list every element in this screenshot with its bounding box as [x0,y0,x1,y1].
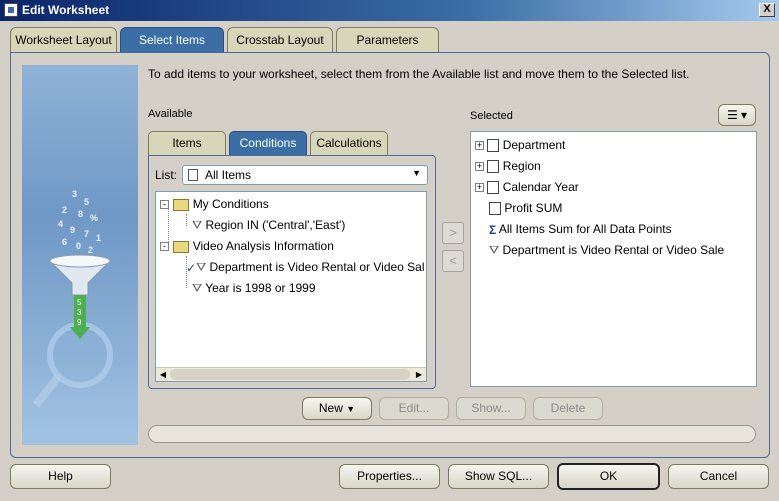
checkmark-icon: ✓ [186,260,197,275]
selected-list[interactable]: + Department + Region + Calendar Year Pr… [470,131,757,387]
tab-worksheet-layout[interactable]: Worksheet Layout [10,27,117,52]
available-tree[interactable]: - My Conditions ⛛ Region IN ('Central','… [155,191,427,382]
subtab-calculations[interactable]: Calculations [310,131,388,155]
svg-text:2: 2 [88,245,93,255]
svg-text:5: 5 [84,197,89,207]
chevron-down-icon: ▼ [412,168,421,178]
expand-icon[interactable]: + [475,162,484,172]
app-icon [4,3,18,17]
chevron-down-icon: ▼ [346,404,356,414]
selected-item-department[interactable]: + Department [475,138,566,153]
svg-text:0: 0 [76,241,81,251]
selected-item-label: All Items Sum for All Data Points [498,222,672,236]
svg-text:8: 8 [78,209,83,219]
list-label: List: [155,168,178,182]
selected-item-calendar-year[interactable]: + Calendar Year [475,180,579,195]
scroll-right-icon[interactable]: ▶ [413,369,425,380]
selected-item-department-condition[interactable]: ⛛ Department is Video Rental or Video Sa… [489,243,724,258]
tree-node-label: Video Analysis Information [192,239,334,253]
folder-icon [173,198,190,211]
svg-text:5: 5 [77,298,82,307]
close-button[interactable]: X [759,3,775,17]
show-sql-button[interactable]: Show SQL... [448,464,549,489]
svg-text:6: 6 [62,237,67,247]
tree-node-video-analysis[interactable]: - Video Analysis Information [160,239,334,253]
list-select[interactable]: All Items ▼ [182,165,428,185]
selected-item-label: Department [502,138,566,152]
tree-node-region-condition[interactable]: ⛛ Region IN ('Central','East') [192,218,345,233]
svg-text:1: 1 [96,233,101,243]
instruction-text: To add items to your worksheet, select t… [148,67,690,81]
ok-button[interactable]: OK [557,463,660,490]
new-button[interactable]: New ▼ [302,397,372,420]
cancel-button[interactable]: Cancel [668,464,769,489]
tree-node-my-conditions[interactable]: - My Conditions [160,197,269,211]
svg-text:7: 7 [84,229,89,239]
tab-parameters[interactable]: Parameters [336,27,439,52]
svg-text:3: 3 [77,308,82,317]
sigma-icon: Σ [489,222,497,237]
show-button[interactable]: Show... [456,397,526,420]
selected-item-region[interactable]: + Region [475,159,541,174]
collapse-icon[interactable]: - [160,200,169,210]
selected-item-label: Calendar Year [502,180,579,194]
tree-node-department-condition[interactable]: ✓⛛ Department is Video Rental or Video S… [186,260,425,275]
progress-bar [148,425,756,443]
collapse-icon[interactable]: - [160,242,169,252]
horizontal-scrollbar[interactable]: ◀ ▶ [156,367,426,381]
tree-node-label: Department is Video Rental or Video Sal [209,260,425,274]
list-view-icon: ☰ ▾ [726,108,748,122]
tree-node-label: My Conditions [192,197,269,211]
filter-icon: ⛛ [196,260,207,275]
subtab-items[interactable]: Items [148,131,226,155]
selected-item-label: Region [502,159,541,173]
edit-button[interactable]: Edit... [379,397,449,420]
window-title: Edit Worksheet [22,3,110,17]
tree-node-label: Region IN ('Central','East') [205,218,346,232]
expand-icon[interactable]: + [475,141,484,151]
available-label: Available [148,108,193,120]
help-button[interactable]: Help [10,464,111,489]
hierarchy-icon [487,139,500,153]
svg-text:9: 9 [70,225,75,235]
selected-item-profit-sum[interactable]: Profit SUM [489,201,563,216]
svg-text:9: 9 [77,318,82,327]
selected-label: Selected [470,110,513,122]
expand-icon[interactable]: + [475,183,484,193]
list-value: All Items [205,168,252,182]
delete-button[interactable]: Delete [533,397,603,420]
svg-text:3: 3 [72,189,77,199]
hierarchy-icon [487,181,500,195]
selected-item-label: Department is Video Rental or Video Sale [502,243,725,257]
measure-icon [489,202,501,216]
hierarchy-icon [487,160,500,174]
list-icon [188,169,198,181]
svg-text:%: % [90,213,98,223]
tab-crosstab-layout[interactable]: Crosstab Layout [227,27,333,52]
tree-node-year-condition[interactable]: ⛛ Year is 1998 or 1999 [192,281,316,296]
folder-icon [173,240,190,253]
add-to-selected-button[interactable]: > [442,222,464,244]
subtab-conditions[interactable]: Conditions [229,131,307,155]
svg-text:2: 2 [62,205,67,215]
scroll-left-icon[interactable]: ◀ [157,369,169,380]
svg-text:4: 4 [58,219,63,229]
selected-item-all-items-sum[interactable]: Σ All Items Sum for All Data Points [489,222,672,237]
tab-select-items[interactable]: Select Items [120,27,224,52]
tree-node-label: Year is 1998 or 1999 [205,281,316,295]
title-bar: Edit Worksheet X [0,0,779,21]
properties-button[interactable]: Properties... [339,464,440,489]
filter-icon: ⛛ [192,281,203,296]
funnel-illustration: 352 8% 4 971 602 539 [22,65,138,445]
remove-from-selected-button[interactable]: < [442,250,464,272]
filter-icon: ⛛ [489,243,500,258]
filter-icon: ⛛ [192,218,203,233]
scrollbar-thumb[interactable] [170,369,410,380]
selected-item-label: Profit SUM [504,201,563,215]
view-options-button[interactable]: ☰ ▾ [718,104,756,126]
